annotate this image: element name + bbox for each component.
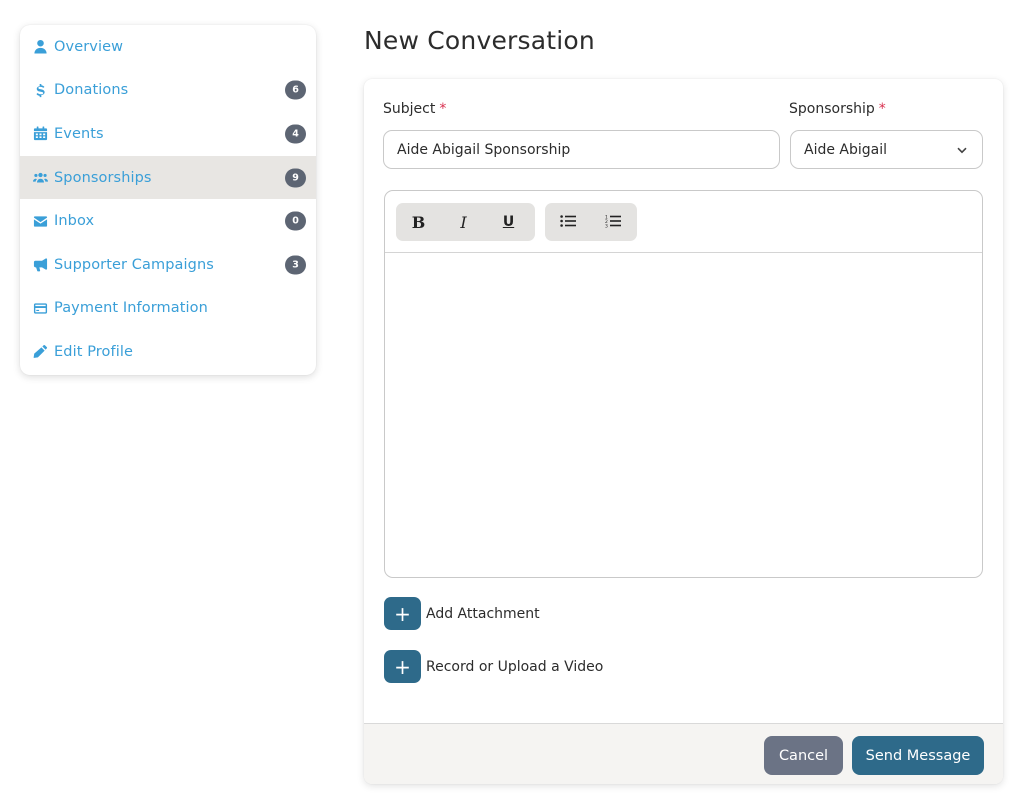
bullet-list-icon [559, 213, 576, 232]
add-attachment-button[interactable]: + Add Attachment [384, 597, 540, 630]
sidebar-item-overview[interactable]: Overview [20, 25, 316, 69]
sidebar-item-label: Sponsorships [54, 169, 152, 186]
users-icon [32, 170, 48, 186]
sidebar-item-label: Events [54, 125, 104, 142]
sidebar-item-inbox[interactable]: Inbox 0 [20, 199, 316, 243]
subject-input[interactable] [383, 130, 780, 169]
sponsorship-label-text: Sponsorship [789, 101, 875, 117]
required-mark: * [439, 101, 447, 117]
required-mark: * [878, 101, 886, 117]
count-badge: 6 [285, 80, 306, 100]
record-video-label: Record or Upload a Video [426, 658, 604, 675]
sidebar-item-label: Supporter Campaigns [54, 256, 214, 273]
svg-text:3: 3 [605, 223, 608, 228]
sponsorship-selected-value: Aide Abigail [804, 141, 888, 158]
sidebar-item-label: Inbox [54, 213, 95, 230]
count-badge: 3 [285, 255, 306, 275]
add-attachment-label: Add Attachment [426, 605, 540, 622]
subject-label: Subject * [383, 101, 446, 117]
conversation-form-card: Subject* Sponsorship* Aide Abigail B I U [364, 79, 1003, 784]
plus-icon[interactable]: + [384, 650, 421, 683]
sidebar-item-supporter-campaigns[interactable]: Supporter Campaigns 3 [20, 243, 316, 287]
bold-button[interactable]: B [396, 203, 441, 241]
sidebar-nav: Overview Donations 6 Events 4 Sponsorshi… [20, 25, 316, 375]
send-message-button[interactable]: Send Message [852, 736, 984, 775]
sidebar-item-edit-profile[interactable]: Edit Profile [20, 330, 316, 374]
calendar-icon [32, 126, 48, 142]
italic-icon: I [460, 212, 467, 232]
list-button-group: 123 [545, 203, 637, 241]
editor-toolbar: B I U 123 [385, 191, 982, 253]
sidebar-item-label: Payment Information [54, 300, 208, 317]
message-body-textarea[interactable] [385, 253, 982, 577]
form-footer: Cancel Send Message [364, 723, 1003, 784]
sidebar-item-label: Overview [54, 38, 124, 55]
user-icon [32, 39, 48, 55]
count-badge: 9 [285, 168, 306, 188]
plus-icon[interactable]: + [384, 597, 421, 630]
sidebar-item-label: Donations [54, 82, 129, 99]
sidebar-item-donations[interactable]: Donations 6 [20, 69, 316, 113]
pencil-icon [32, 344, 48, 360]
numbered-list-icon: 123 [605, 213, 621, 232]
megaphone-icon [32, 257, 48, 273]
page-title: New Conversation [364, 26, 595, 55]
record-video-button[interactable]: + Record or Upload a Video [384, 650, 603, 683]
sidebar-item-events[interactable]: Events 4 [20, 112, 316, 156]
subject-label-text: Subject [383, 101, 436, 117]
sidebar-item-sponsorships[interactable]: Sponsorships 9 [20, 155, 316, 200]
underline-button[interactable]: U [486, 203, 531, 241]
underline-icon: U [502, 214, 515, 230]
count-badge: 0 [285, 211, 306, 231]
sidebar-item-payment-information[interactable]: Payment Information [20, 287, 316, 331]
bold-icon: B [411, 212, 426, 232]
envelope-icon [32, 213, 48, 229]
sponsorship-select[interactable]: Aide Abigail [790, 130, 983, 169]
bullet-list-button[interactable] [545, 203, 590, 241]
cancel-button[interactable]: Cancel [764, 736, 843, 775]
dollar-icon [32, 82, 48, 98]
count-badge: 4 [285, 124, 306, 144]
message-editor: B I U 123 [384, 190, 983, 578]
sidebar-item-label: Edit Profile [54, 343, 133, 360]
credit-card-icon [32, 300, 48, 316]
sponsorship-label: Sponsorship * [789, 101, 886, 117]
italic-button[interactable]: I [441, 203, 486, 241]
numbered-list-button[interactable]: 123 [590, 203, 635, 241]
chevron-down-icon [956, 144, 968, 156]
format-button-group: B I U [396, 203, 535, 241]
